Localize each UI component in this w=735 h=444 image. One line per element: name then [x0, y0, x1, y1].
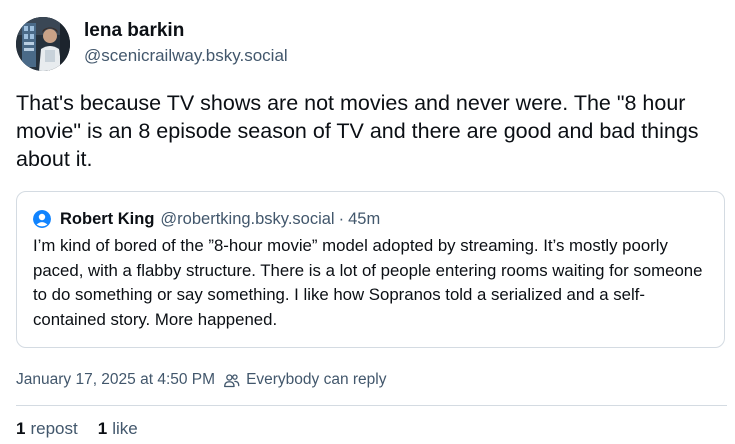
- like-label: like: [112, 419, 138, 438]
- divider: [16, 405, 727, 406]
- quoted-post[interactable]: Robert King @robertking.bsky.social · 45…: [16, 191, 725, 348]
- quoted-timestamp[interactable]: 45m: [348, 208, 380, 230]
- default-avatar-icon[interactable]: [33, 210, 51, 228]
- people-icon: [224, 373, 240, 387]
- repost-count-link[interactable]: 1 repost: [16, 419, 78, 439]
- quoted-separator: ·: [338, 210, 345, 228]
- post-meta: January 17, 2025 at 4:50 PM Everybody ca…: [16, 369, 387, 391]
- repost-label: repost: [30, 419, 78, 438]
- quoted-author-handle[interactable]: @robertking.bsky.social: [160, 208, 334, 230]
- repost-count: 1: [16, 419, 26, 438]
- author-avatar[interactable]: [16, 17, 70, 71]
- reply-setting[interactable]: Everybody can reply: [246, 371, 386, 389]
- post-text: That's because TV shows are not movies a…: [16, 91, 699, 171]
- like-count: 1: [97, 419, 108, 438]
- author-display-name[interactable]: lena barkin: [84, 19, 184, 43]
- quoted-author-name[interactable]: Robert King: [60, 208, 154, 230]
- like-count-link[interactable]: 1 like: [98, 419, 138, 439]
- quoted-post-header: Robert King @robertking.bsky.social · 45…: [33, 208, 380, 230]
- author-handle[interactable]: @scenicrailway.bsky.social: [84, 45, 288, 67]
- quoted-post-text: I’m kind of bored of the ”8-hour movie” …: [33, 236, 703, 329]
- profile-photo-icon: [16, 17, 70, 71]
- post-stats: 1 repost 1 like: [16, 418, 158, 440]
- post-timestamp: January 17, 2025 at 4:50 PM: [16, 371, 216, 388]
